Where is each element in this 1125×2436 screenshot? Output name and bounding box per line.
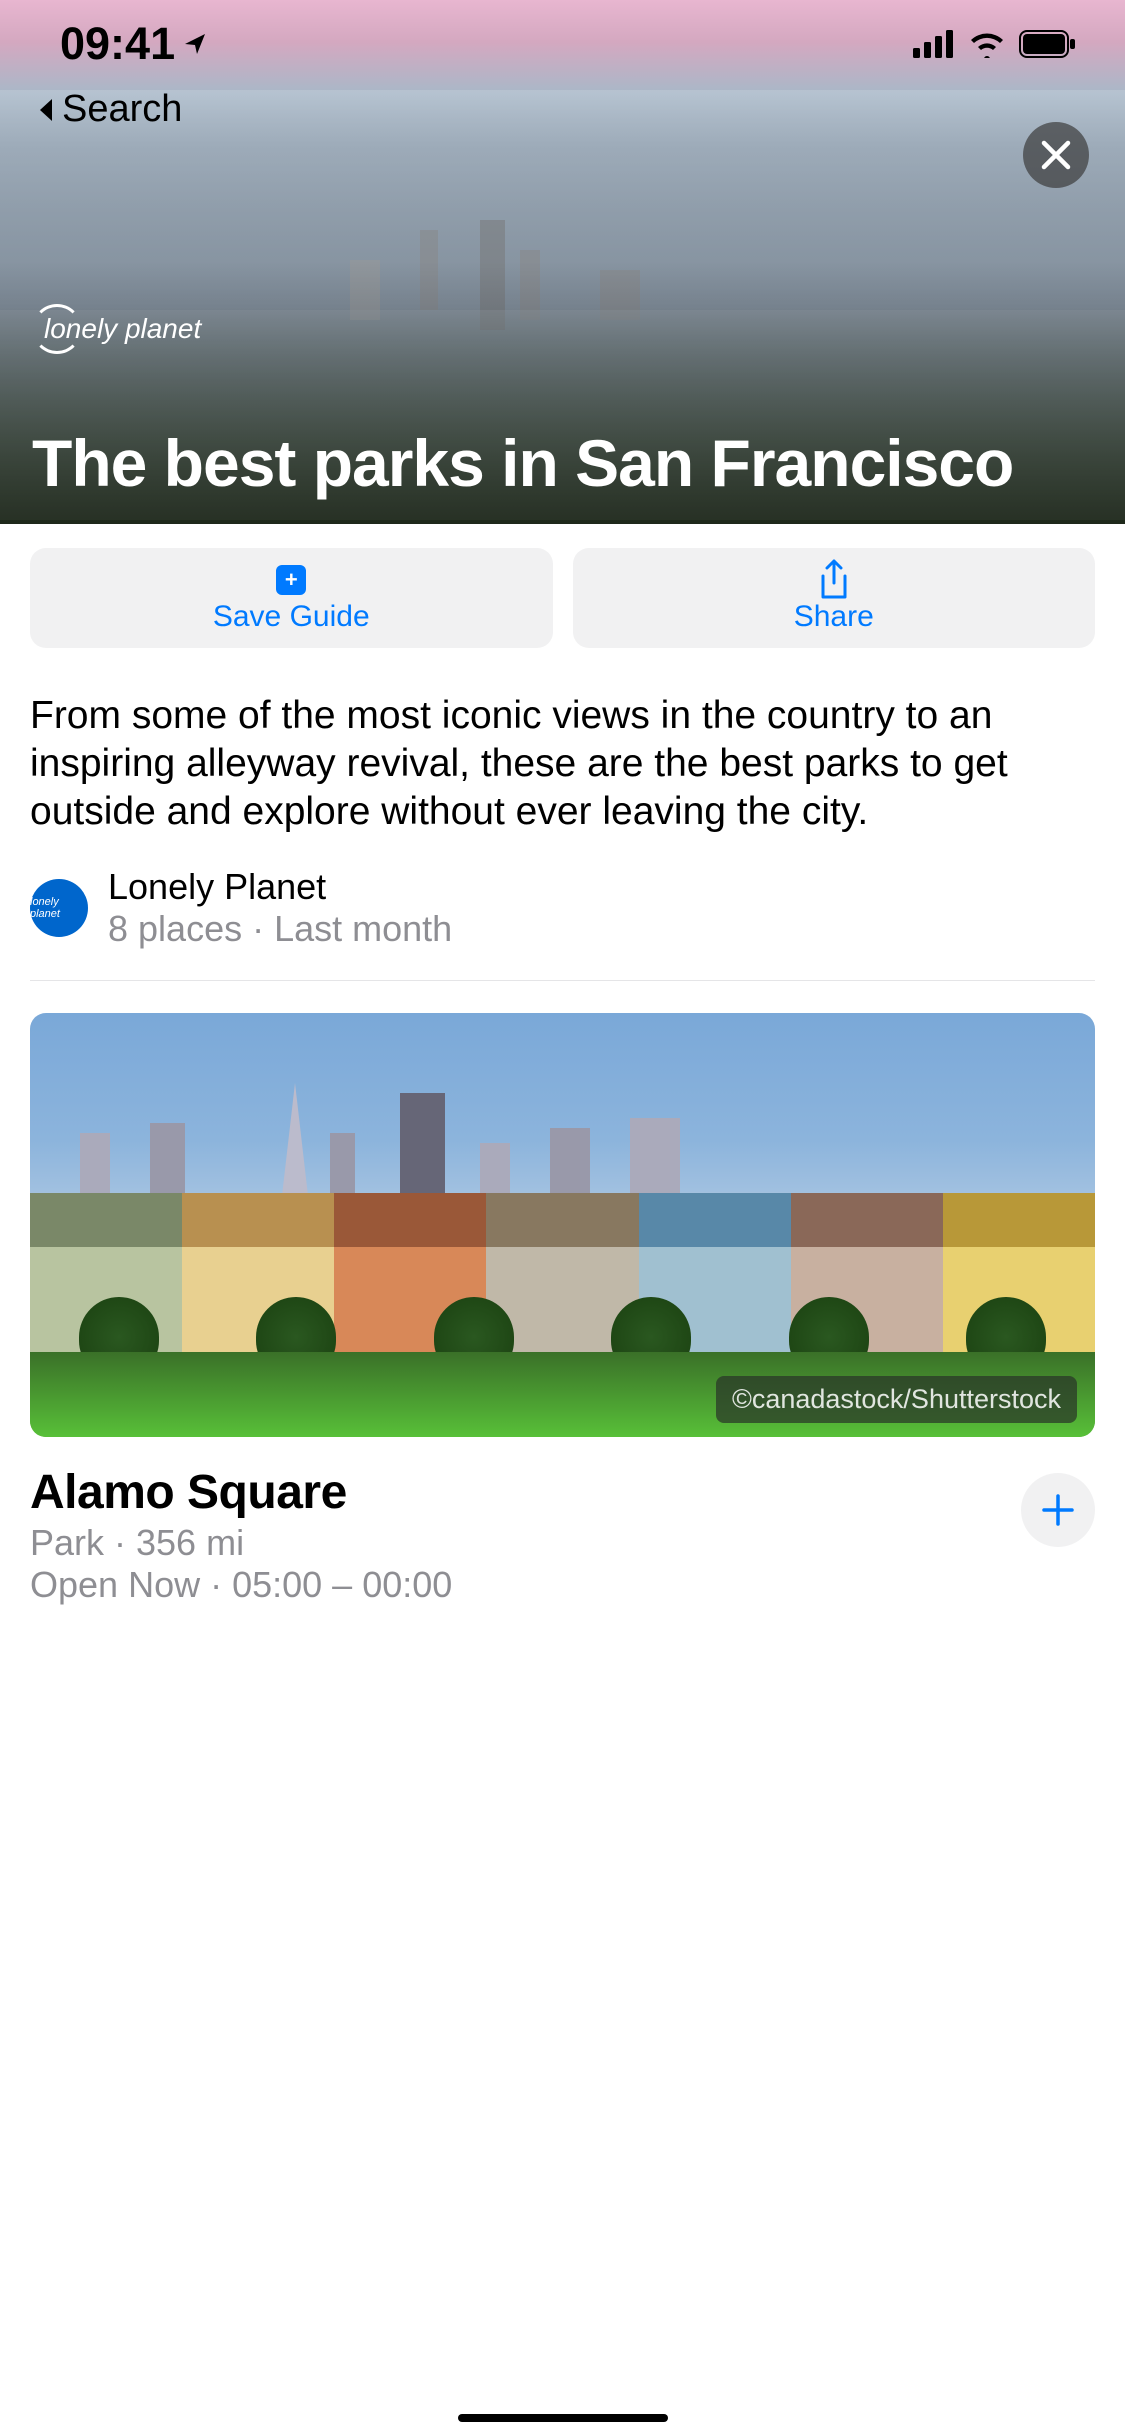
battery-icon	[1019, 30, 1077, 58]
back-label: Search	[62, 88, 182, 131]
home-indicator[interactable]	[458, 2414, 668, 2422]
content-area: + Save Guide Share From some of the most…	[0, 524, 1125, 2436]
cellular-signal-icon	[913, 30, 955, 58]
author-name: Lonely Planet	[108, 866, 452, 908]
place-card[interactable]: ©canadastock/Shutterstock	[0, 981, 1125, 1437]
share-icon	[816, 562, 852, 598]
place-meta: Park · 356 mi	[30, 1522, 1021, 1564]
place-skyline	[30, 1073, 695, 1213]
guide-title: The best parks in San Francisco	[32, 427, 1093, 500]
publisher-logo: lonely planet	[32, 304, 201, 354]
add-place-button[interactable]	[1021, 1473, 1095, 1547]
place-title: Alamo Square	[30, 1465, 1021, 1520]
save-label: Save Guide	[213, 600, 370, 634]
place-hours: Open Now · 05:00 – 00:00	[30, 1564, 1021, 1606]
logo-circle-icon	[32, 304, 82, 354]
share-label: Share	[794, 600, 874, 634]
avatar-label: lonely planet	[30, 896, 88, 920]
save-guide-button[interactable]: + Save Guide	[30, 548, 553, 648]
status-left: 09:41	[60, 18, 207, 70]
action-buttons: + Save Guide Share	[0, 524, 1125, 672]
place-text[interactable]: Alamo Square Park · 356 mi Open Now · 05…	[30, 1465, 1021, 1606]
share-button[interactable]: Share	[573, 548, 1096, 648]
author-avatar: lonely planet	[30, 879, 88, 937]
close-icon	[1040, 139, 1072, 171]
place-image: ©canadastock/Shutterstock	[30, 1013, 1095, 1437]
back-nav[interactable]: Search	[36, 88, 182, 131]
image-attribution: ©canadastock/Shutterstock	[716, 1376, 1077, 1423]
status-time: 09:41	[60, 18, 175, 70]
location-arrow-icon	[183, 32, 207, 56]
back-chevron-icon	[36, 97, 56, 123]
author-info: Lonely Planet 8 places · Last month	[108, 866, 452, 950]
author-row[interactable]: lonely planet Lonely Planet 8 places · L…	[0, 866, 1125, 980]
close-button[interactable]	[1023, 122, 1089, 188]
wifi-icon	[967, 30, 1007, 58]
place-info-row: Alamo Square Park · 356 mi Open Now · 05…	[0, 1437, 1125, 1606]
status-bar: 09:41	[0, 0, 1125, 88]
guide-description: From some of the most iconic views in th…	[0, 672, 1125, 866]
status-right	[913, 30, 1077, 58]
plus-icon	[1040, 1492, 1076, 1528]
author-meta: 8 places · Last month	[108, 908, 452, 950]
save-icon: +	[273, 562, 309, 598]
